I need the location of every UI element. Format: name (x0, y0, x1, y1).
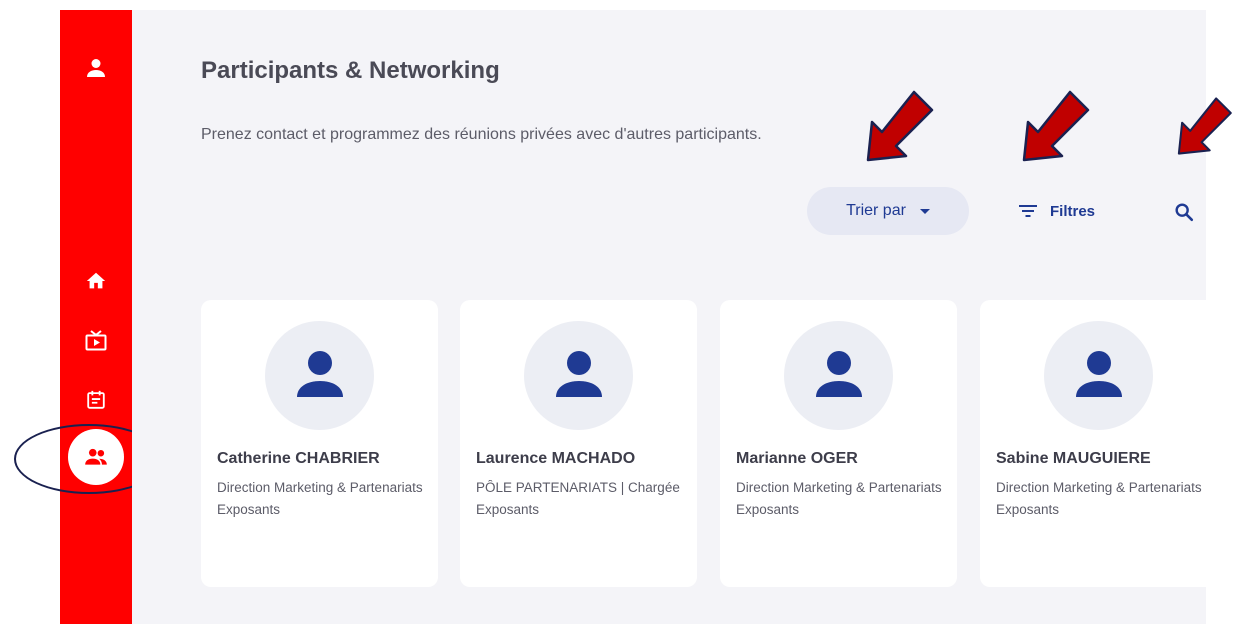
sidebar-item-agenda[interactable] (60, 380, 132, 420)
participant-group: Exposants (996, 502, 1060, 517)
filter-icon (1019, 205, 1037, 217)
participant-card[interactable]: Laurence MACHADO PÔLE PARTENARIATS | Cha… (460, 300, 697, 587)
sidebar-item-home[interactable] (60, 261, 132, 301)
user-icon (555, 350, 602, 397)
user-icon (87, 59, 105, 77)
search-button[interactable] (1170, 199, 1198, 225)
participant-name: Marianne OGER (736, 450, 858, 467)
sort-label: Trier par (846, 202, 906, 219)
participant-group: Exposants (476, 502, 540, 517)
calendar-icon (87, 390, 105, 409)
user-icon (296, 350, 343, 397)
page-title: Participants & Networking (201, 57, 500, 84)
participant-name: Sabine MAUGUIERE (996, 450, 1151, 467)
sidebar-item-profile[interactable] (60, 48, 132, 88)
participant-group: Exposants (217, 502, 281, 517)
participant-card[interactable]: Catherine CHABRIER Direction Marketing &… (201, 300, 438, 587)
participant-role: Direction Marketing & Partenariats (996, 480, 1202, 495)
filter-button[interactable]: Filtres (1018, 198, 1095, 224)
avatar (1044, 321, 1153, 430)
filter-label: Filtres (1050, 202, 1096, 220)
sidebar (60, 10, 132, 624)
avatar (265, 321, 374, 430)
participant-card[interactable]: Sabine MAUGUIERE Direction Marketing & P… (980, 300, 1217, 587)
active-indicator (68, 429, 124, 485)
sidebar-item-participants[interactable] (60, 429, 132, 485)
participant-role: Direction Marketing & Partenariats (217, 480, 423, 495)
participant-role: PÔLE PARTENARIATS | Chargée (476, 480, 680, 495)
user-icon (815, 350, 862, 397)
main-content: Participants & Networking Prenez contact… (132, 10, 1217, 624)
participant-name: Laurence MACHADO (476, 450, 636, 467)
user-icon (1075, 350, 1122, 397)
caret-down-icon (919, 208, 930, 214)
participant-name: Catherine CHABRIER (217, 450, 380, 467)
tv-icon (85, 330, 107, 351)
avatar (784, 321, 893, 430)
participant-role: Direction Marketing & Partenariats (736, 480, 942, 495)
participant-card[interactable]: Marianne OGER Direction Marketing & Part… (720, 300, 957, 587)
people-icon (85, 448, 107, 465)
home-icon (86, 272, 106, 289)
sort-dropdown[interactable]: Trier par (807, 187, 969, 235)
page-subtitle: Prenez contact et programmez des réunion… (201, 126, 762, 143)
sidebar-item-videos[interactable] (60, 321, 132, 361)
search-icon (1175, 203, 1194, 222)
avatar (524, 321, 633, 430)
participant-group: Exposants (736, 502, 800, 517)
